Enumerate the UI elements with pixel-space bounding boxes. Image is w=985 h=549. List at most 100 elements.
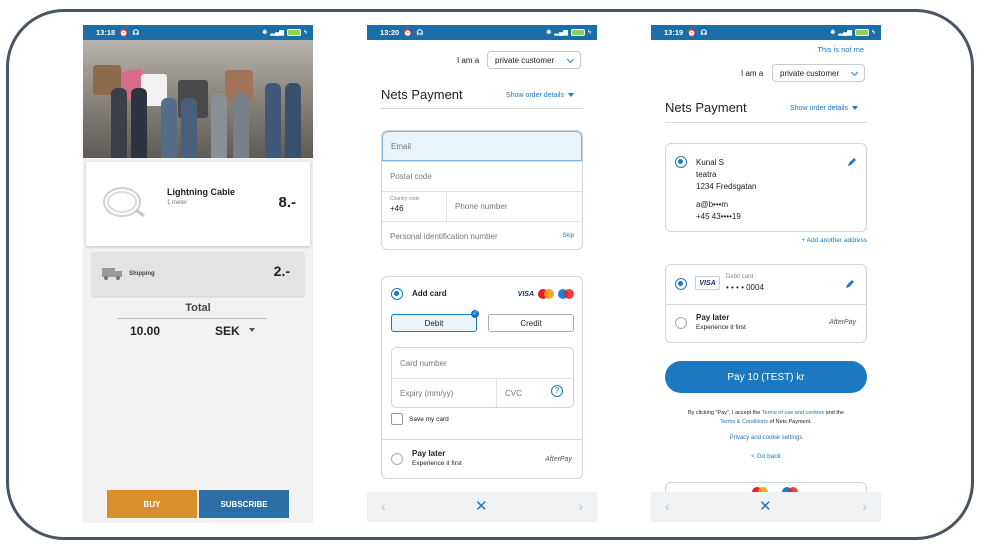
status-time: 13:20 — [380, 28, 400, 37]
bottom-navbar: ‹ ✕ › — [367, 492, 597, 522]
cable-image — [103, 187, 145, 218]
visa-logo: VISA — [699, 279, 716, 287]
close-icon[interactable]: ✕ — [759, 497, 772, 515]
caret-down-icon[interactable] — [249, 328, 255, 332]
chevron-down-icon — [566, 55, 575, 64]
customer-type-select[interactable]: private customer — [487, 51, 581, 69]
expiry-placeholder: Expiry (mm/yy) — [400, 388, 454, 398]
battery-icon — [570, 29, 585, 36]
card-form: Card number Expiry (mm/yy) CVC ? — [391, 347, 574, 408]
card-radio[interactable] — [675, 278, 687, 290]
charging-icon: ϟ — [587, 29, 591, 36]
go-back-link[interactable]: < Go back — [651, 453, 881, 460]
phone-field[interactable]: Phone number — [446, 191, 582, 221]
status-time: 13:18 — [96, 28, 116, 37]
privacy-link[interactable]: Privacy and cookie settings — [651, 435, 881, 441]
card-number-field[interactable]: Card number — [392, 348, 573, 378]
pay-later-title: Pay later — [412, 449, 446, 458]
postal-code-field[interactable]: Postal code — [382, 161, 582, 191]
status-time: 13:19 — [664, 28, 684, 37]
back-arrow-icon[interactable]: ‹ — [665, 498, 670, 514]
signal-icon: ▂▄▆ — [270, 30, 284, 36]
iam-label: I am a — [741, 69, 764, 78]
phone-placeholder: Phone number — [455, 202, 508, 211]
nets-payment-new-screen: 13:20 ⏰ ☊ ✱ ▂▄▆ ϟ I am a private customer Ne… — [367, 25, 597, 522]
truck-icon — [102, 268, 122, 280]
bluetooth-icon: ✱ — [262, 30, 268, 36]
chevron-down-icon — [850, 68, 859, 77]
pin-field[interactable]: Personal identification number — [382, 221, 582, 250]
help-icon[interactable]: ? — [551, 385, 563, 397]
address-line1: teatra — [696, 170, 717, 179]
afterpay-logo: AfterPay — [545, 456, 572, 463]
signal-icon: ▂▄▆ — [838, 30, 852, 36]
pencil-icon[interactable] — [845, 279, 855, 289]
credit-toggle[interactable]: Credit — [488, 314, 574, 332]
page-title: Nets Payment — [665, 100, 747, 115]
pencil-icon[interactable] — [847, 157, 857, 167]
total-value: 10.00 — [130, 324, 161, 338]
buy-button[interactable]: BUY — [107, 490, 197, 518]
address-radio[interactable] — [675, 156, 687, 168]
credit-label: Credit — [520, 318, 542, 328]
headset-icon: ☊ — [700, 28, 708, 37]
pay-button[interactable]: Pay 10 (TEST) kr — [665, 361, 867, 393]
add-address-link[interactable]: + Add another address — [801, 237, 867, 244]
product-price: 8.- — [278, 194, 296, 211]
customer-type-select[interactable]: private customer — [772, 64, 865, 82]
back-arrow-icon[interactable]: ‹ — [381, 498, 386, 514]
pin-placeholder: Personal identification number — [390, 231, 498, 241]
mastercard-icon — [538, 289, 554, 299]
forward-arrow-icon[interactable]: › — [578, 498, 583, 514]
expiry-field[interactable]: Expiry (mm/yy) — [392, 378, 496, 407]
charging-icon: ϟ — [871, 29, 875, 36]
total-label: Total — [185, 302, 211, 314]
shipping-label: Shipping — [129, 271, 155, 277]
address-block: Kunal S teatra 1234 Fredsgatan a@b•••m +… — [696, 157, 757, 223]
country-code-label: Country code — [390, 196, 420, 202]
show-order-details-link[interactable]: Show order details — [790, 105, 858, 112]
caret-down-icon — [851, 106, 858, 111]
skip-link[interactable]: Skip — [562, 233, 574, 239]
currency-select[interactable]: SEK — [215, 324, 240, 338]
add-card-radio[interactable] — [391, 288, 403, 300]
nets-payment-saved-screen: 13:19 ⏰ ☊ ✱ ▂▄▆ ϟ This is not me I am a priv… — [651, 25, 881, 522]
alarm-icon: ⏰ — [403, 28, 413, 37]
caret-down-icon — [567, 93, 574, 98]
address-line2: 1234 Fredsgatan — [696, 182, 757, 191]
title-divider — [665, 122, 867, 123]
visa-logo: VISA — [517, 290, 534, 298]
product-name: Lightning Cable — [167, 187, 235, 197]
pay-later-radio[interactable] — [675, 317, 687, 329]
show-order-details-link[interactable]: Show order details — [506, 92, 574, 99]
terms-conditions-link[interactable]: Terms & Conditions — [720, 419, 768, 425]
afterpay-logo: AfterPay — [829, 319, 856, 326]
headset-icon: ☊ — [416, 28, 424, 37]
pay-later-radio[interactable] — [391, 453, 403, 465]
iam-label: I am a — [457, 56, 480, 65]
card-number: • • • • 0004 — [726, 283, 764, 292]
close-icon[interactable]: ✕ — [475, 497, 488, 515]
total-divider — [117, 318, 267, 319]
not-me-link[interactable]: This is not me — [817, 45, 864, 54]
bluetooth-icon: ✱ — [830, 30, 836, 36]
debit-toggle[interactable]: Debit — [391, 314, 477, 332]
product-card[interactable]: Lightning Cable 1 meter 8.- — [86, 162, 310, 246]
pay-later-subtitle: Experience it first — [696, 324, 746, 331]
shipping-card: Shipping 2.- — [92, 252, 304, 296]
subscribe-button[interactable]: SUBSCRIBE — [199, 490, 289, 518]
save-card-checkbox[interactable] — [391, 413, 403, 425]
battery-icon — [286, 29, 301, 36]
country-code-field[interactable]: Country code +46 — [382, 191, 446, 221]
maestro-icon — [558, 289, 574, 299]
address-name: Kunal S — [696, 158, 725, 167]
forward-arrow-icon[interactable]: › — [862, 498, 867, 514]
bottom-navbar: ‹ ✕ › — [651, 492, 881, 522]
save-card-label: Save my card — [409, 416, 449, 423]
alarm-icon: ⏰ — [119, 28, 129, 37]
email-field[interactable]: Email — [382, 131, 582, 161]
terms-of-use-link[interactable]: Terms of use and cookies — [762, 410, 824, 416]
postal-placeholder: Postal code — [390, 172, 432, 181]
shipping-price: 2.- — [273, 263, 290, 279]
saved-address-card[interactable]: Kunal S teatra 1234 Fredsgatan a@b•••m +… — [665, 143, 867, 232]
